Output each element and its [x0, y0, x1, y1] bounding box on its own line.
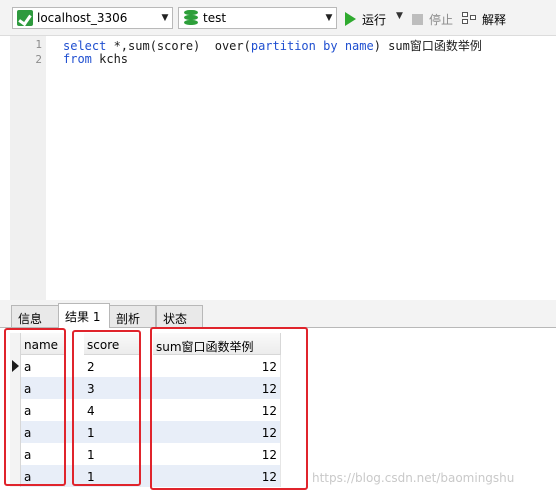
- play-icon: [345, 12, 356, 26]
- connection-label: localhost_3306: [37, 11, 128, 25]
- keyword: select: [63, 39, 107, 53]
- code-text: kchs: [91, 52, 129, 66]
- watermark: https://blog.csdn.net/baomingshu: [312, 471, 515, 485]
- code-line[interactable]: from kchs: [63, 52, 128, 66]
- tab-result-1[interactable]: 结果 1: [58, 303, 110, 329]
- tab-status[interactable]: 状态: [156, 305, 203, 328]
- stop-button[interactable]: 停止: [412, 9, 453, 29]
- code-text: *,sum(score) over(: [106, 39, 251, 53]
- connection-select[interactable]: localhost_3306 ▼: [12, 7, 173, 29]
- keyword: from: [63, 52, 92, 66]
- highlight-name-column: [4, 328, 66, 486]
- stop-label: 停止: [429, 12, 454, 27]
- chevron-down-icon: ▼: [325, 13, 333, 23]
- connection-icon: [17, 10, 33, 26]
- chevron-down-icon: ▼: [161, 13, 169, 23]
- explain-label: 解释: [482, 12, 507, 27]
- keyword: by: [323, 39, 338, 53]
- line-number: 1: [35, 38, 42, 51]
- explain-icon: [462, 12, 479, 26]
- result-tabbar: 信息 结果 1 剖析 状态: [0, 300, 556, 329]
- tab-info[interactable]: 信息: [11, 305, 59, 328]
- highlight-sum-column: [150, 327, 308, 490]
- code-text: ) sum窗口函数举例: [373, 39, 482, 53]
- highlight-score-column: [72, 330, 141, 486]
- run-button[interactable]: 运行: [345, 9, 386, 29]
- line-number-gutter: 1 2: [10, 36, 46, 300]
- explain-button[interactable]: 解释: [462, 9, 506, 29]
- run-label: 运行: [362, 12, 387, 27]
- keyword: partition: [250, 39, 316, 53]
- line-number: 2: [35, 53, 42, 66]
- database-label: test: [203, 11, 227, 25]
- database-select[interactable]: test ▼: [178, 7, 337, 29]
- sql-editor[interactable]: 1 2 select *,sum(score) over(partition b…: [0, 36, 556, 300]
- database-icon: [183, 9, 199, 27]
- run-dropdown-icon[interactable]: ▼: [396, 11, 403, 21]
- tab-profile[interactable]: 剖析: [109, 305, 156, 328]
- stop-icon: [412, 13, 423, 25]
- toolbar: localhost_3306 ▼ test ▼ 运行 ▼ 停止 解释: [0, 0, 556, 36]
- keyword: name: [344, 39, 374, 53]
